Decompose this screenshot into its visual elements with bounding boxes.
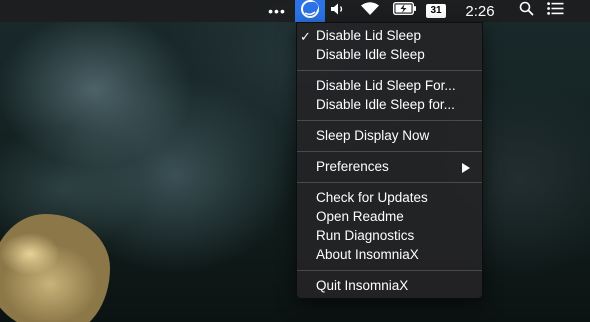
- menu-item-label: Disable Lid Sleep: [316, 28, 422, 43]
- menu-separator: [297, 120, 482, 121]
- volume-menu-extra[interactable]: [328, 0, 348, 22]
- menu-separator: [297, 151, 482, 152]
- notification-center-button[interactable]: [545, 0, 565, 22]
- menu-item-preferences[interactable]: Preferences: [297, 158, 482, 177]
- submenu-arrow-icon: [462, 163, 470, 173]
- menu-item-label: Disable Lid Sleep For...: [316, 78, 456, 93]
- menu-item-disable-idle-sleep[interactable]: Disable Idle Sleep: [297, 46, 482, 65]
- calendar-day-badge: 31: [426, 4, 446, 18]
- insomniax-moon-icon: [300, 0, 320, 24]
- menu-item-check-for-updates[interactable]: Check for Updates: [297, 189, 482, 208]
- menu-item-label: Disable Idle Sleep: [316, 47, 425, 62]
- menu-item-label: Preferences: [316, 159, 389, 174]
- menu-item-label: Sleep Display Now: [316, 128, 430, 143]
- menu-item-label: Quit InsomniaX: [316, 278, 409, 293]
- menu-item-disable-lid-sleep-for[interactable]: Disable Lid Sleep For...: [297, 77, 482, 96]
- menu-bar-clock[interactable]: 2:26: [462, 0, 498, 22]
- menu-separator: [297, 270, 482, 271]
- menu-item-disable-lid-sleep[interactable]: ✓ Disable Lid Sleep: [297, 27, 482, 46]
- wifi-icon: [360, 1, 380, 21]
- spotlight-button[interactable]: [516, 0, 536, 22]
- spotlight-search-icon: [519, 1, 534, 21]
- menu-bar: ••• 31 2:26: [0, 0, 590, 22]
- menu-item-run-diagnostics[interactable]: Run Diagnostics: [297, 227, 482, 246]
- insomniax-menu-extra[interactable]: [295, 0, 325, 22]
- menu-separator: [297, 70, 482, 71]
- wifi-menu-extra[interactable]: [358, 0, 382, 22]
- menu-item-label: About InsomniaX: [316, 247, 419, 262]
- menu-item-label: Run Diagnostics: [316, 228, 415, 243]
- calendar-menu-extra[interactable]: 31: [425, 0, 447, 22]
- menu-item-label: Disable Idle Sleep for...: [316, 97, 455, 112]
- checkmark-icon: ✓: [300, 28, 311, 44]
- menu-item-open-readme[interactable]: Open Readme: [297, 208, 482, 227]
- menu-item-about-insomniax[interactable]: About InsomniaX: [297, 246, 482, 265]
- insomniax-dropdown-menu: ✓ Disable Lid Sleep Disable Idle Sleep D…: [296, 22, 483, 299]
- menu-item-disable-idle-sleep-for[interactable]: Disable Idle Sleep for...: [297, 96, 482, 115]
- volume-icon: [330, 2, 346, 21]
- notification-center-icon: [546, 2, 564, 20]
- menu-item-label: Open Readme: [316, 209, 404, 224]
- menu-item-sleep-display-now[interactable]: Sleep Display Now: [297, 127, 482, 146]
- menu-separator: [297, 182, 482, 183]
- menu-item-quit-insomniax[interactable]: Quit InsomniaX: [297, 277, 482, 296]
- battery-menu-extra[interactable]: [392, 0, 418, 22]
- menu-bar-overflow[interactable]: •••: [264, 0, 290, 22]
- menu-item-label: Check for Updates: [316, 190, 428, 205]
- battery-charging-icon: [392, 1, 417, 20]
